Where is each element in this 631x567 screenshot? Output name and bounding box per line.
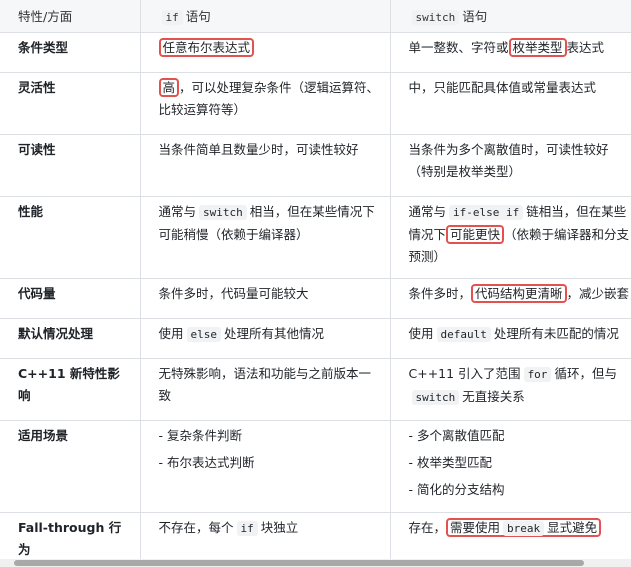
list-item: - 多个离散值匹配 bbox=[408, 428, 505, 443]
row-label: C++11 新特性影响 bbox=[0, 358, 141, 421]
switch-cell: - 多个离散值匹配 - 枚举类型匹配 - 简化的分支结构 bbox=[390, 420, 631, 513]
table-row: 可读性 当条件简单且数量少时，可读性较好 当条件为多个离散值时，可读性较好 （特别… bbox=[0, 134, 631, 197]
table-header-row: 特性/方面 if 语句 switch 语句 bbox=[0, 0, 631, 33]
switch-cell: 中，只能匹配具体值或常量表达式 bbox=[390, 72, 631, 135]
header-feature: 特性/方面 bbox=[0, 0, 141, 33]
scrollbar-thumb[interactable] bbox=[14, 560, 584, 566]
highlight-box: 可能更快 bbox=[446, 225, 505, 244]
header-if: if 语句 bbox=[140, 0, 391, 33]
table-row: 适用场景 - 复杂条件判断 - 布尔表达式判断 - 多个离散值匹配 - 枚举类型… bbox=[0, 420, 631, 513]
table-row: 性能 通常与 switch 相当，但在某些情况下 可能稍慢（依赖于编译器） 通常与 if… bbox=[0, 196, 631, 279]
table-row: 灵活性 高，可以处理复杂条件（逻辑运算符、 比较运算符等） 中，只能匹配具体值或常… bbox=[0, 72, 631, 135]
header-switch: switch 语句 bbox=[390, 0, 631, 33]
switch-cell: 通常与 if-else if 链相当，但在某些 情况下 可能更快 （依赖于编译器和分支 预测… bbox=[390, 196, 631, 279]
list-item: - 布尔表达式判断 bbox=[158, 455, 255, 470]
row-label: 灵活性 bbox=[0, 72, 141, 135]
switch-cell: C++11 引入了范围 for 循环，但与 switch 无直接关系 bbox=[390, 358, 631, 421]
highlight-box: 枚举类型 bbox=[508, 38, 567, 57]
table-row: Fall-through 行为 不存在，每个 if 块独立 存在， 需要使用 break… bbox=[0, 512, 631, 562]
row-label: 默认情况处理 bbox=[0, 318, 141, 359]
table-row: 默认情况处理 使用 else 处理所有其他情况 使用 default 处理所有未匹配的情… bbox=[0, 318, 631, 359]
highlight-box: 高 bbox=[158, 78, 180, 97]
row-label: 代码量 bbox=[0, 278, 141, 319]
highlight-box: 代码结构更清晰 bbox=[471, 284, 567, 303]
switch-cell: 单一整数、字符或 枚举类型 表达式 bbox=[390, 32, 631, 73]
switch-cell: 当条件为多个离散值时，可读性较好 （特别是枚举类型） bbox=[390, 134, 631, 197]
if-cell: 无特殊影响，语法和功能与之前版本一致 bbox=[140, 358, 391, 421]
switch-cell: 条件多时， 代码结构更清晰 ，减少嵌套 bbox=[390, 278, 631, 319]
if-cell: 不存在，每个 if 块独立 bbox=[140, 512, 391, 562]
if-cell: 任意布尔表达式 bbox=[140, 32, 391, 73]
comparison-table: 特性/方面 if 语句 switch 语句 条件类型 任意布尔表达式 单一整数、字符… bbox=[0, 0, 631, 562]
row-label: 可读性 bbox=[0, 134, 141, 197]
table-row: C++11 新特性影响 无特殊影响，语法和功能与之前版本一致 C++11 引入了… bbox=[0, 358, 631, 421]
if-cell: 使用 else 处理所有其他情况 bbox=[140, 318, 391, 359]
if-cell: - 复杂条件判断 - 布尔表达式判断 bbox=[140, 420, 391, 513]
horizontal-scrollbar[interactable] bbox=[0, 559, 631, 567]
row-label: 性能 bbox=[0, 196, 141, 279]
if-cell: 条件多时，代码量可能较大 bbox=[140, 278, 391, 319]
highlight-box: 任意布尔表达式 bbox=[158, 38, 255, 57]
if-cell: 通常与 switch 相当，但在某些情况下 可能稍慢（依赖于编译器） bbox=[140, 196, 391, 279]
if-cell: 当条件简单且数量少时，可读性较好 bbox=[140, 134, 391, 197]
row-label: Fall-through 行为 bbox=[0, 512, 141, 562]
row-label: 条件类型 bbox=[0, 32, 141, 73]
table-row: 代码量 条件多时，代码量可能较大 条件多时， 代码结构更清晰 ，减少嵌套 bbox=[0, 278, 631, 319]
table-row: 条件类型 任意布尔表达式 单一整数、字符或 枚举类型 表达式 bbox=[0, 32, 631, 73]
switch-cell: 存在， 需要使用 break 显式避免 bbox=[390, 512, 631, 562]
if-cell: 高，可以处理复杂条件（逻辑运算符、 比较运算符等） bbox=[140, 72, 391, 135]
highlight-box: 需要使用 break 显式避免 bbox=[446, 518, 602, 537]
switch-cell: 使用 default 处理所有未匹配的情况 bbox=[390, 318, 631, 359]
list-item: - 复杂条件判断 bbox=[158, 428, 242, 443]
comparison-table-view: 特性/方面 if 语句 switch 语句 条件类型 任意布尔表达式 单一整数、字符… bbox=[0, 0, 631, 567]
row-label: 适用场景 bbox=[0, 420, 141, 513]
list-item: - 枚举类型匹配 bbox=[408, 455, 492, 470]
list-item: - 简化的分支结构 bbox=[408, 482, 505, 497]
